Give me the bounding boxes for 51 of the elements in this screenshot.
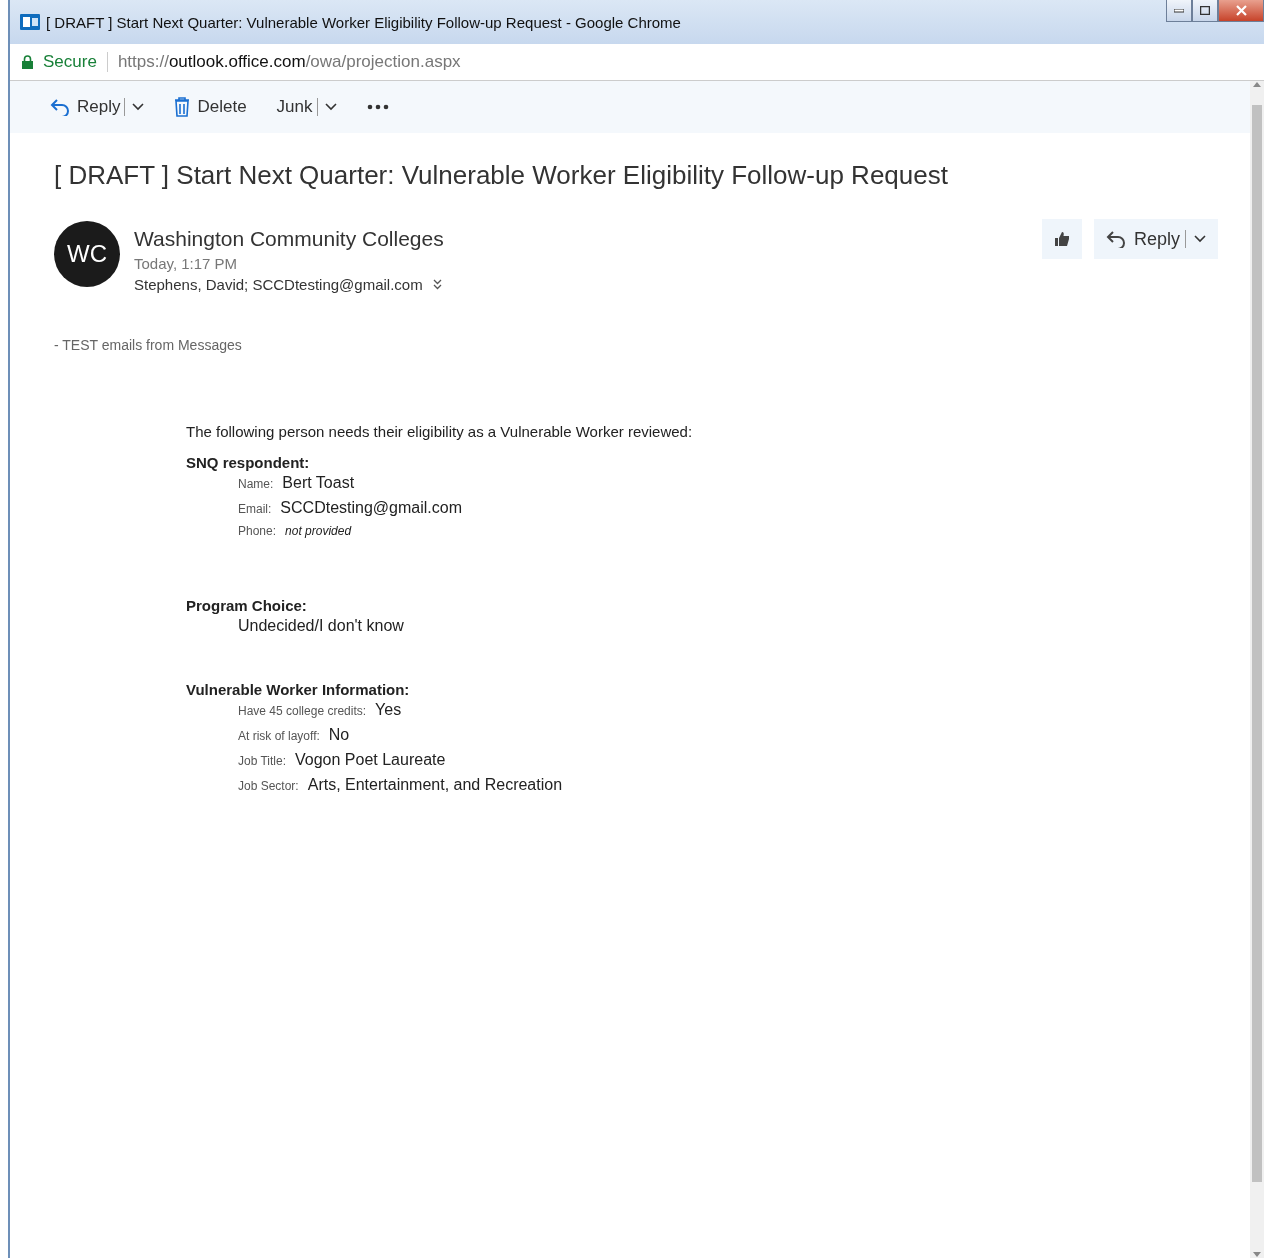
chevron-down-icon (132, 103, 145, 111)
field-value: SCCDtesting@gmail.com (280, 499, 462, 517)
scrollbar-thumb[interactable] (1252, 105, 1262, 1182)
chevron-down-icon (1194, 235, 1206, 243)
thumbs-up-icon (1053, 231, 1070, 247)
field-value: Vogon Poet Laureate (295, 751, 446, 769)
like-button[interactable] (1041, 219, 1082, 259)
field-label: Job Sector: (238, 779, 299, 793)
group-note: - TEST emails from Messages (54, 337, 243, 353)
field-label: Email: (238, 502, 272, 516)
field-label: Have 45 college credits: (238, 704, 367, 718)
section-heading: SNQ respondent: (186, 454, 311, 471)
field-value: No (328, 726, 350, 744)
field-value: Undecided/I don't know (238, 617, 404, 634)
url-text[interactable]: https://outlook.office.com/owa/projection.aspx (117, 52, 461, 72)
field-value: Yes (375, 701, 402, 719)
section-heading: Program Choice: (186, 597, 308, 614)
expand-icon[interactable] (432, 279, 442, 290)
close-icon (1235, 5, 1247, 16)
email-subject: [ DRAFT ] Start Next Quarter: Vulnerable Worker Eligibility Follow-up Request (54, 160, 949, 191)
sender-avatar: WC (54, 221, 120, 287)
reply-button[interactable]: Reply (46, 95, 149, 119)
sender-name[interactable]: Washington Community Colleges (134, 227, 444, 251)
lock-icon (22, 55, 33, 69)
maximize-button[interactable] (1192, 0, 1218, 22)
recipients-text: Stephens, David; SCCDtesting@gmail.com (134, 276, 423, 293)
maximize-icon (1200, 6, 1210, 15)
reply-icon (50, 98, 70, 116)
minimize-button[interactable] (1166, 0, 1192, 22)
minimize-icon (1174, 8, 1184, 13)
field-label: Name: (238, 477, 274, 491)
window-title: [ DRAFT ] Start Next Quarter: Vulnerable Worker Eligibility Follow-up Request - Google Chrome (46, 13, 681, 31)
delete-button[interactable]: Delete (170, 95, 251, 119)
scroll-down-icon[interactable] (1253, 1252, 1261, 1258)
section-heading: Vulnerable Worker Information: (186, 681, 411, 698)
intro-text: The following person needs their eligibility as a Vulnerable Worker reviewed: (186, 423, 694, 440)
field-label: Job Title: (238, 754, 287, 768)
field-label: At risk of layoff: (238, 729, 320, 743)
junk-button[interactable]: Junk (272, 95, 341, 119)
trash-icon (174, 97, 191, 117)
reply-button[interactable]: Reply (1093, 219, 1218, 259)
field-label: Phone: (238, 524, 277, 538)
sent-time: Today, 1:17 PM (134, 255, 239, 272)
chevron-down-icon (324, 103, 337, 111)
field-value: Arts, Entertainment, and Recreation (307, 776, 563, 794)
reply-icon (1105, 230, 1126, 248)
secure-label: Secure (43, 52, 97, 72)
field-value: Bert Toast (282, 474, 355, 492)
more-icon (366, 104, 389, 110)
close-button[interactable] (1218, 0, 1264, 22)
field-value: not provided (285, 524, 352, 538)
